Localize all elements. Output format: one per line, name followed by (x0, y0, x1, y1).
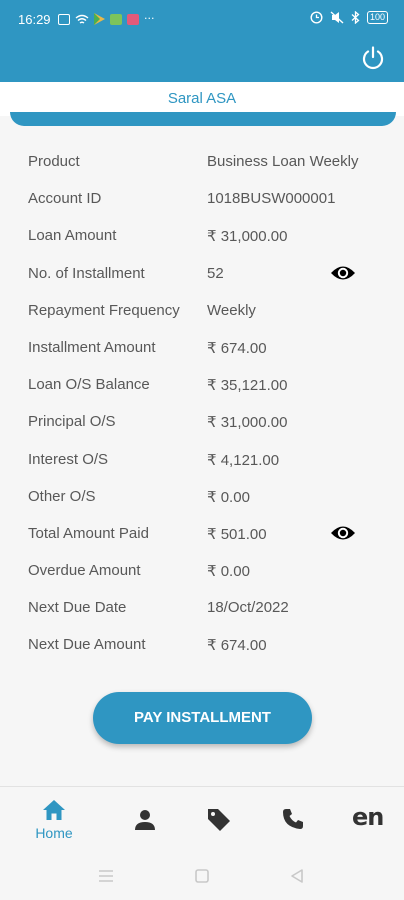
nav-home[interactable]: Home (26, 787, 82, 851)
detail-label: Next Due Amount (28, 636, 146, 654)
detail-label: Interest O/S (28, 450, 109, 468)
nav-offers[interactable] (204, 787, 234, 851)
detail-value: ₹ 501.00 (207, 525, 267, 543)
status-right-icons: 100 (310, 11, 388, 24)
page-title: Saral ASA (167, 90, 237, 107)
pay-installment-button[interactable]: PAY INSTALLMENT (93, 692, 312, 744)
battery-icon: 100 (366, 11, 388, 24)
eye-icon[interactable] (330, 523, 356, 543)
detail-value: Business Loan Weekly (207, 153, 359, 170)
back-icon[interactable] (290, 869, 304, 883)
power-icon[interactable] (360, 45, 386, 71)
home-icon (43, 800, 65, 820)
detail-label: Repayment Frequency (28, 301, 180, 319)
detail-value: ₹ 0.00 (207, 563, 250, 581)
status-left-icons: ··· (58, 13, 155, 25)
detail-value: ₹ 674.00 (207, 339, 267, 357)
detail-label: Installment Amount (28, 338, 156, 356)
status-bar: 16:29 ··· 100 (0, 0, 404, 40)
detail-label: Product (28, 153, 80, 170)
phone-icon (283, 809, 303, 829)
detail-label: Loan O/S Balance (28, 376, 150, 394)
detail-row-other-os: Other O/S ₹ 0.00 (0, 478, 404, 515)
bottom-nav: Home en (0, 787, 404, 851)
header-curve (10, 112, 396, 126)
person-icon (135, 810, 155, 830)
language-icon[interactable]: en (352, 803, 384, 831)
detail-row-repayment-frequency: Repayment Frequency Weekly (0, 292, 404, 329)
detail-value: ₹ 4,121.00 (207, 451, 280, 469)
menu-icon[interactable] (98, 869, 114, 883)
detail-value: ₹ 0.00 (207, 488, 250, 506)
detail-row-interest-os: Interest O/S ₹ 4,121.00 (0, 441, 404, 478)
nav-contact[interactable] (280, 787, 308, 851)
wifi-call-icon (75, 14, 89, 24)
detail-row-loan-amount: Loan Amount ₹ 31,000.00 (0, 217, 404, 254)
detail-label: No. of Installment (28, 264, 145, 282)
detail-row-account-id: Account ID 1018BUSW000001 (0, 180, 404, 217)
detail-value: 18/Oct/2022 (207, 599, 289, 617)
eye-icon[interactable] (330, 263, 356, 283)
loan-details: Product Business Loan Weekly Account ID … (0, 143, 404, 664)
alarm-icon (310, 11, 323, 24)
system-nav-bar (0, 851, 404, 900)
detail-row-next-due-date: Next Due Date 18/Oct/2022 (0, 589, 404, 626)
detail-label: Other O/S (28, 487, 96, 505)
more-dots-icon: ··· (144, 12, 155, 25)
title-strip: Saral ASA (0, 82, 404, 116)
detail-value: 52 (207, 264, 224, 282)
detail-label: Principal O/S (28, 413, 116, 431)
message-icon (58, 13, 70, 25)
detail-label: Next Due Date (28, 599, 127, 617)
tag-icon (208, 809, 230, 831)
play-store-icon (94, 13, 105, 25)
detail-value: 1018BUSW000001 (207, 190, 336, 208)
nav-home-label: Home (35, 825, 73, 841)
mute-icon (330, 11, 344, 24)
bluetooth-icon (351, 11, 360, 24)
detail-row-total-amount-paid: Total Amount Paid ₹ 501.00 (0, 515, 404, 552)
detail-row-principal-os: Principal O/S ₹ 31,000.00 (0, 403, 404, 440)
detail-row-loan-os-balance: Loan O/S Balance ₹ 35,121.00 (0, 366, 404, 403)
detail-label: Loan Amount (28, 227, 117, 245)
app-icon (127, 13, 139, 25)
detail-label: Overdue Amount (28, 562, 141, 580)
home-square-icon[interactable] (195, 869, 209, 883)
detail-row-installments: No. of Installment 52 (0, 255, 404, 292)
detail-value: ₹ 31,000.00 (207, 228, 288, 246)
detail-label: Account ID (28, 190, 102, 208)
detail-value: ₹ 35,121.00 (207, 377, 288, 395)
detail-row-installment-amount: Installment Amount ₹ 674.00 (0, 329, 404, 366)
app-bar (0, 40, 404, 82)
detail-row-product: Product Business Loan Weekly (0, 143, 404, 180)
detail-row-overdue-amount: Overdue Amount ₹ 0.00 (0, 552, 404, 589)
detail-value: Weekly (207, 301, 256, 319)
status-time: 16:29 (18, 12, 51, 27)
app-icon (110, 13, 122, 25)
detail-value: ₹ 674.00 (207, 637, 267, 655)
detail-row-next-due-amount: Next Due Amount ₹ 674.00 (0, 626, 404, 663)
detail-label: Total Amount Paid (28, 524, 149, 542)
nav-profile[interactable] (132, 787, 160, 851)
detail-value: ₹ 31,000.00 (207, 414, 288, 432)
